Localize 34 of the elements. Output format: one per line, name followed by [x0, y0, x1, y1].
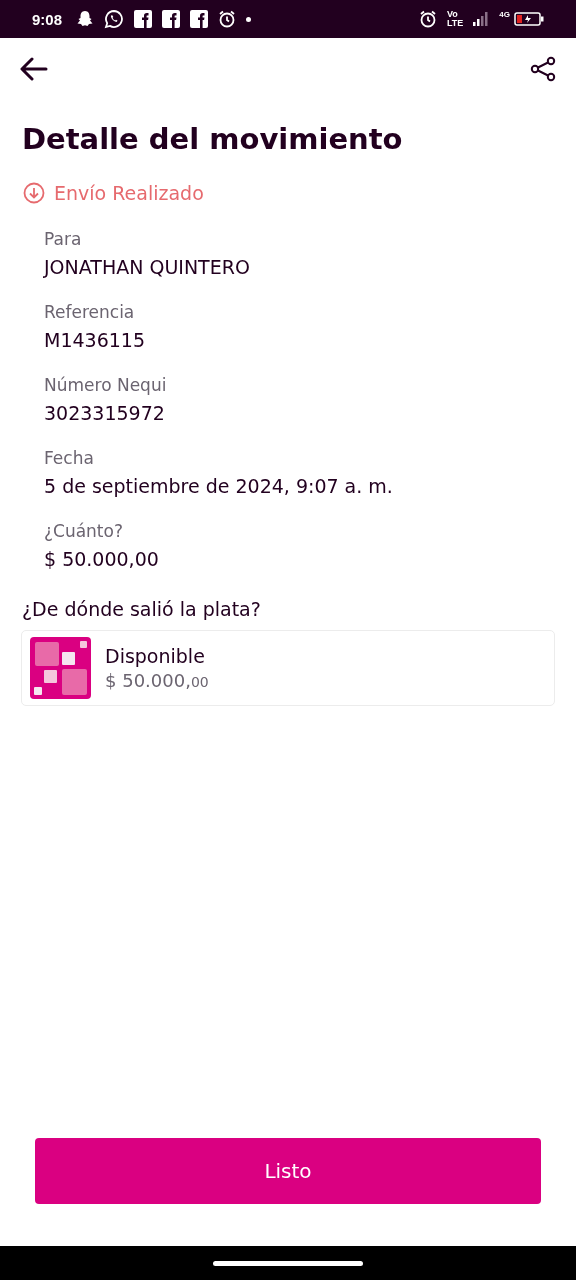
field-label: Fecha: [44, 448, 95, 468]
page-title: Detalle del movimiento: [22, 122, 404, 156]
chat-bubble-icon: [104, 9, 125, 29]
field-value: 5 de septiembre de 2024, 9:07 a. m.: [44, 475, 394, 497]
facebook-icon: [190, 10, 209, 28]
section-heading: ¿De dónde salió la plata?: [22, 598, 262, 620]
volte-label: Vo: [447, 10, 459, 19]
alarm-clock-icon: [419, 10, 437, 28]
battery-icon: [514, 12, 544, 26]
account-balance: $ 50.000,00: [105, 670, 209, 691]
clock-time: 9:08: [32, 10, 63, 28]
account-logo-icon: [30, 637, 91, 699]
field-value: JONATHAN QUINTERO: [44, 256, 251, 278]
network-label: 4G: [499, 10, 510, 19]
home-indicator-icon[interactable]: [213, 1260, 363, 1266]
done-button[interactable]: Listo: [35, 1138, 541, 1204]
lte-label: LTE: [447, 19, 464, 28]
account-name: Disponible: [105, 645, 206, 667]
field-label: Referencia: [44, 302, 136, 322]
field-label: Número Nequi: [44, 375, 168, 395]
field-label: ¿Cuánto?: [44, 521, 124, 541]
signal-icon: [473, 12, 490, 26]
field-value: 3023315972: [44, 402, 166, 424]
back-arrow-icon[interactable]: [20, 57, 48, 81]
field-value: M1436115: [44, 329, 146, 351]
field-label: Para: [44, 229, 83, 249]
ghost-icon: [76, 10, 95, 28]
transaction-status: Envío Realizado: [54, 182, 204, 204]
share-icon[interactable]: [530, 56, 556, 82]
facebook-icon: [162, 10, 181, 28]
field-value: $ 50.000,00: [44, 548, 160, 570]
facebook-icon: [134, 10, 153, 28]
alarm-clock-icon: [218, 10, 237, 28]
dot-icon: [246, 16, 252, 22]
